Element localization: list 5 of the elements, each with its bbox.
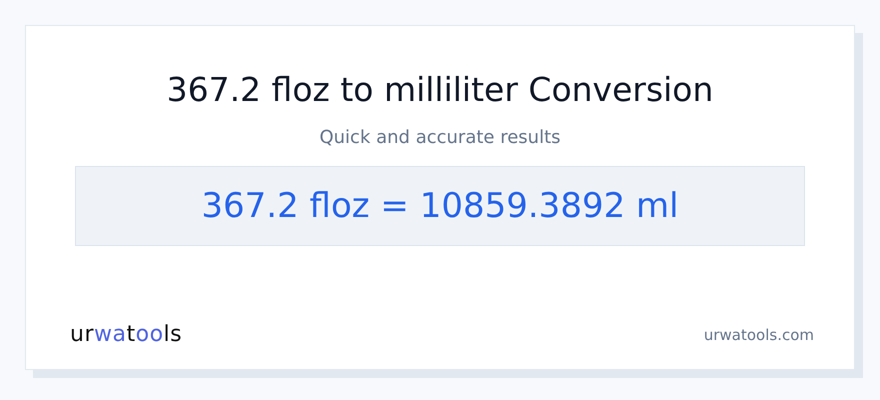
page-title: 367.2 floz to milliliter Conversion	[166, 70, 714, 110]
result-panel: 367.2 floz = 10859.3892 ml	[75, 166, 805, 246]
subtitle: Quick and accurate results	[319, 126, 561, 150]
site-url: urwatools.com	[704, 326, 814, 344]
logo: urwatools	[70, 322, 182, 347]
